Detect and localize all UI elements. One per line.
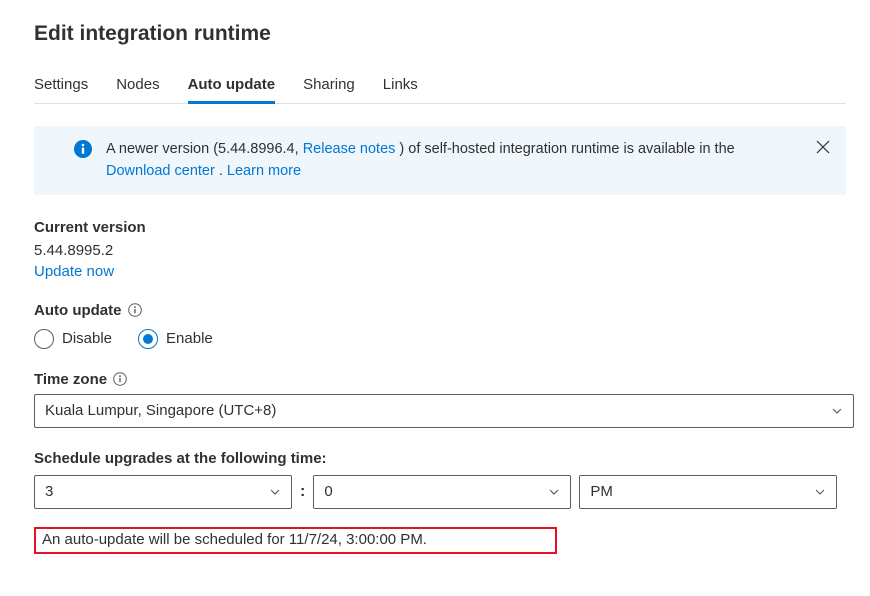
scheduled-message-highlight: An auto-update will be scheduled for 11/… bbox=[34, 527, 557, 554]
current-version-label: Current version bbox=[34, 219, 846, 236]
radio-disable-circle bbox=[34, 329, 54, 349]
tab-settings[interactable]: Settings bbox=[34, 72, 88, 103]
release-notes-link[interactable]: Release notes bbox=[303, 141, 396, 157]
chevron-down-icon bbox=[814, 486, 826, 498]
time-separator: : bbox=[300, 483, 305, 501]
banner-pre: A newer version (5.44.8996.4, bbox=[106, 141, 303, 157]
radio-enable-label: Enable bbox=[166, 330, 213, 347]
chevron-down-icon bbox=[269, 486, 281, 498]
tabs: Settings Nodes Auto update Sharing Links bbox=[34, 72, 846, 104]
timezone-select[interactable]: Kuala Lumpur, Singapore (UTC+8) bbox=[34, 394, 854, 428]
schedule-ampm-select[interactable]: PM bbox=[579, 475, 837, 509]
info-help-icon[interactable] bbox=[128, 303, 142, 317]
chevron-down-icon bbox=[548, 486, 560, 498]
scheduled-message: An auto-update will be scheduled for 11/… bbox=[42, 531, 427, 548]
schedule-minute-select[interactable]: 0 bbox=[313, 475, 571, 509]
info-icon bbox=[74, 140, 92, 158]
banner-mid2: . bbox=[215, 163, 227, 179]
schedule-row: 3 : 0 PM bbox=[34, 475, 846, 509]
tab-sharing[interactable]: Sharing bbox=[303, 72, 355, 103]
radio-disable-label: Disable bbox=[62, 330, 112, 347]
close-icon[interactable] bbox=[814, 138, 832, 156]
timezone-label-text: Time zone bbox=[34, 371, 107, 388]
auto-update-radio-group: Disable Enable bbox=[34, 329, 846, 349]
info-help-icon[interactable] bbox=[113, 372, 127, 386]
update-now-link[interactable]: Update now bbox=[34, 263, 846, 280]
radio-enable-circle bbox=[138, 329, 158, 349]
auto-update-section: Auto update Disable Enable bbox=[34, 302, 846, 349]
schedule-ampm-value: PM bbox=[590, 483, 613, 500]
tab-nodes[interactable]: Nodes bbox=[116, 72, 159, 103]
schedule-hour-value: 3 bbox=[45, 483, 53, 500]
auto-update-label: Auto update bbox=[34, 302, 846, 319]
schedule-hour-select[interactable]: 3 bbox=[34, 475, 292, 509]
current-version-value: 5.44.8995.2 bbox=[34, 242, 846, 259]
current-version-section: Current version 5.44.8995.2 Update now bbox=[34, 219, 846, 280]
chevron-down-icon bbox=[831, 405, 843, 417]
learn-more-link[interactable]: Learn more bbox=[227, 163, 301, 179]
timezone-label: Time zone bbox=[34, 371, 846, 388]
page-title: Edit integration runtime bbox=[34, 22, 846, 46]
auto-update-label-text: Auto update bbox=[34, 302, 122, 319]
download-center-link[interactable]: Download center bbox=[106, 163, 215, 179]
schedule-minute-value: 0 bbox=[324, 483, 332, 500]
banner-text: A newer version (5.44.8996.4, Release no… bbox=[106, 138, 800, 183]
schedule-section: Schedule upgrades at the following time:… bbox=[34, 450, 846, 509]
tab-links[interactable]: Links bbox=[383, 72, 418, 103]
radio-enable[interactable]: Enable bbox=[138, 329, 213, 349]
timezone-value: Kuala Lumpur, Singapore (UTC+8) bbox=[45, 402, 276, 419]
radio-disable[interactable]: Disable bbox=[34, 329, 112, 349]
timezone-section: Time zone Kuala Lumpur, Singapore (UTC+8… bbox=[34, 371, 846, 428]
schedule-label: Schedule upgrades at the following time: bbox=[34, 450, 846, 467]
info-banner: A newer version (5.44.8996.4, Release no… bbox=[34, 126, 846, 195]
banner-mid1: ) of self-hosted integration runtime is … bbox=[395, 141, 734, 157]
tab-auto-update[interactable]: Auto update bbox=[188, 72, 276, 103]
